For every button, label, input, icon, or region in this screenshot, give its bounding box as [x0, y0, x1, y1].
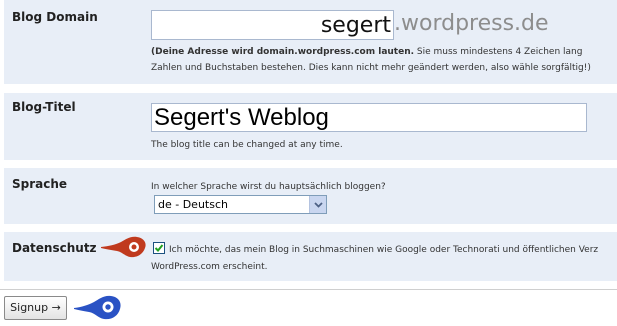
- privacy-checkbox[interactable]: [153, 242, 165, 254]
- blog-title-help: The blog title can be changed at any tim…: [151, 140, 343, 150]
- language-selected-value: de - Deutsch: [158, 198, 228, 211]
- privacy-label: Datenschutz: [12, 241, 97, 255]
- blog-domain-help-line2: Zahlen und Buchstaben bestehen. Dies kan…: [151, 63, 591, 73]
- privacy-text-line1: Ich möchte, das mein Blog in Suchmaschin…: [169, 245, 599, 255]
- blog-title-label: Blog-Titel: [12, 100, 76, 114]
- blog-title-input[interactable]: Segert's Weblog: [151, 103, 587, 132]
- signup-button[interactable]: Signup →: [4, 296, 67, 320]
- blog-domain-label: Blog Domain: [12, 10, 98, 24]
- blog-domain-help-rest: Sie muss mindestens 4 Zeichen lang: [414, 47, 583, 57]
- form-divider: [0, 289, 617, 290]
- blog-domain-help-bold: (Deine Adresse wird domain.wordpress.com…: [151, 47, 415, 57]
- language-label: Sprache: [12, 177, 68, 191]
- checkmark-icon: [154, 244, 164, 252]
- chevron-down-icon[interactable]: [309, 196, 326, 213]
- blog-domain-input[interactable]: segert: [151, 10, 394, 40]
- pointer-marker-red-icon: [101, 236, 146, 258]
- blog-domain-suffix: .wordpress.de: [394, 11, 549, 36]
- language-select[interactable]: de - Deutsch: [154, 195, 327, 214]
- pointer-marker-blue-icon: [74, 295, 121, 320]
- blog-domain-help: (Deine Adresse wird domain.wordpress.com…: [151, 44, 591, 76]
- privacy-text: Ich möchte, das mein Blog in Suchmaschin…: [169, 242, 598, 258]
- privacy-text-line2: WordPress.com erscheint.: [151, 262, 268, 272]
- language-question: In welcher Sprache wirst du hauptsächlic…: [151, 182, 386, 192]
